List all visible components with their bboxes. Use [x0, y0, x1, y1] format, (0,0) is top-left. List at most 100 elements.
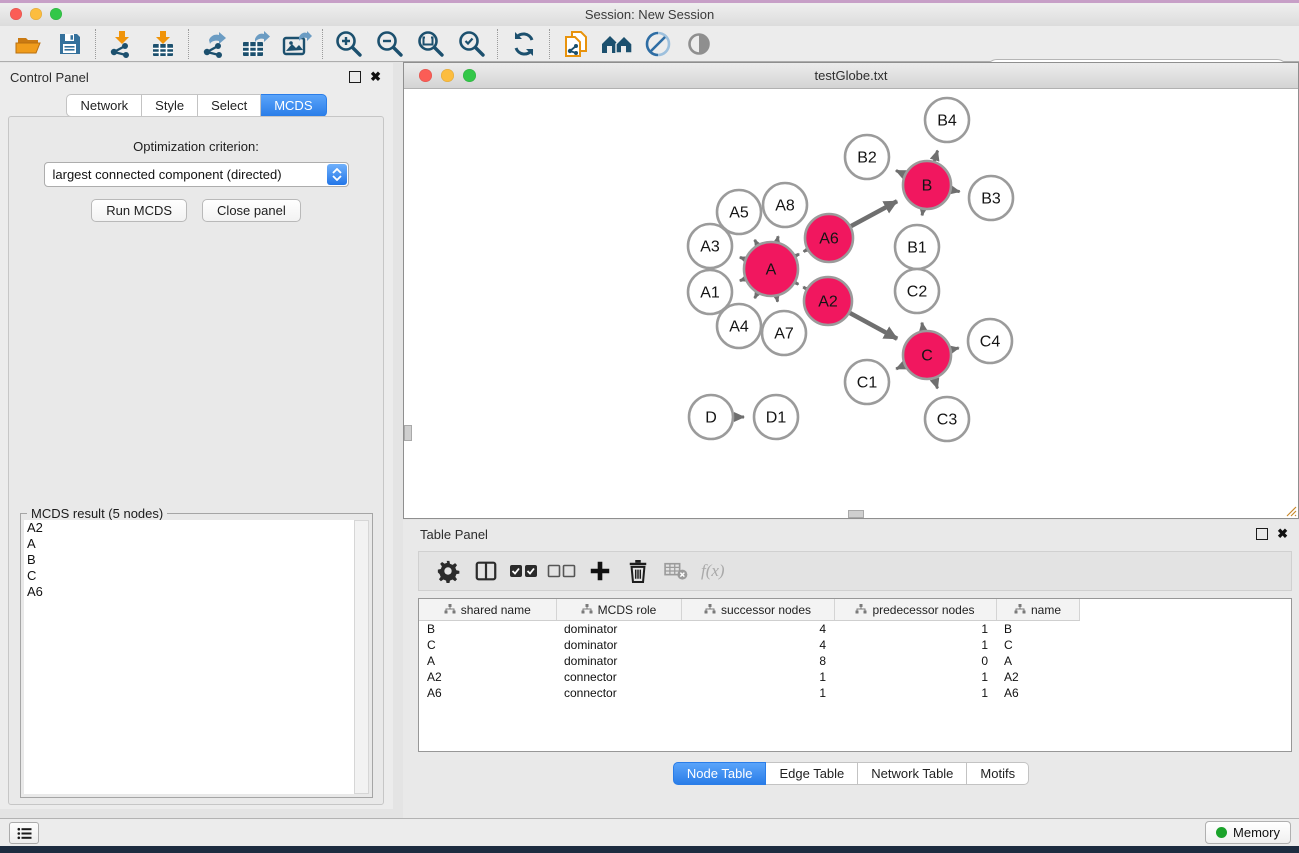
edge-A-A8[interactable]	[777, 236, 778, 241]
show-all-icon[interactable]	[678, 28, 719, 60]
delete-columns-icon[interactable]	[621, 556, 655, 586]
cell-name[interactable]: A2	[996, 669, 1079, 685]
cell-successor-nodes[interactable]: 1	[681, 669, 834, 685]
edge-A-A1[interactable]	[740, 279, 745, 281]
table-row[interactable]: A2connector11A2	[419, 669, 1291, 685]
edge-C-C2[interactable]	[922, 323, 923, 331]
edge-C-C4[interactable]	[951, 348, 958, 350]
column-header-name[interactable]: name	[996, 599, 1079, 621]
table-row[interactable]: A6connector11A6	[419, 685, 1291, 701]
export-table-icon[interactable]	[235, 28, 276, 60]
result-scrollbar[interactable]	[354, 520, 369, 794]
export-image-icon[interactable]	[276, 28, 317, 60]
column-header-successor-nodes[interactable]: successor nodes	[681, 599, 834, 621]
edge-C-C3[interactable]	[934, 379, 937, 389]
column-header-MCDS-role[interactable]: MCDS role	[556, 599, 681, 621]
network-canvas[interactable]: B4B2BB3A5A8A6A3B1AA1C2A2A4A7CC4C1C3DD1	[404, 89, 1298, 518]
edge-B-B1[interactable]	[922, 210, 923, 216]
cell-MCDS-role[interactable]: dominator	[556, 621, 681, 638]
delete-table-icon[interactable]	[659, 556, 693, 586]
tab-edge-table[interactable]: Edge Table	[766, 762, 858, 785]
edge-B-B3[interactable]	[951, 190, 959, 192]
criterion-dropdown[interactable]: largest connected component (directed)	[44, 162, 349, 187]
save-session-icon[interactable]	[49, 28, 90, 60]
column-header-predecessor-nodes[interactable]: predecessor nodes	[834, 599, 996, 621]
column-header-shared-name[interactable]: shared name	[419, 599, 556, 621]
new-network-from-selection-icon[interactable]	[555, 28, 596, 60]
cell-predecessor-nodes[interactable]: 1	[834, 621, 996, 638]
cell-shared-name[interactable]: A	[419, 653, 556, 669]
tab-network[interactable]: Network	[66, 94, 142, 117]
tab-style[interactable]: Style	[142, 94, 198, 117]
cell-predecessor-nodes[interactable]: 0	[834, 653, 996, 669]
zoom-in-icon[interactable]	[328, 28, 369, 60]
tab-motifs[interactable]: Motifs	[967, 762, 1029, 785]
zoom-fit-icon[interactable]	[410, 28, 451, 60]
tab-select[interactable]: Select	[198, 94, 261, 117]
select-all-icon[interactable]	[507, 556, 541, 586]
cell-MCDS-role[interactable]: connector	[556, 669, 681, 685]
cell-MCDS-role[interactable]: dominator	[556, 637, 681, 653]
refresh-layout-icon[interactable]	[503, 28, 544, 60]
cell-name[interactable]: C	[996, 637, 1079, 653]
close-table-panel-icon[interactable]: ✖	[1277, 526, 1288, 542]
result-item-a2[interactable]: A2	[24, 520, 355, 536]
float-panel-icon[interactable]	[349, 71, 361, 83]
cell-successor-nodes[interactable]: 1	[681, 685, 834, 701]
zoom-selected-icon[interactable]	[451, 28, 492, 60]
table-row[interactable]: Bdominator41B	[419, 621, 1291, 638]
edge-C-C1[interactable]	[896, 365, 904, 369]
table-panel-layout-icon[interactable]	[469, 556, 503, 586]
edge-A6-B[interactable]	[851, 201, 897, 226]
result-item-a[interactable]: A	[24, 536, 355, 552]
edge-A6-A[interactable]	[804, 250, 807, 252]
task-history-button[interactable]	[9, 822, 39, 844]
result-item-a6[interactable]: A6	[24, 584, 355, 600]
edge-A-A7[interactable]	[777, 296, 778, 301]
zoom-out-icon[interactable]	[369, 28, 410, 60]
cell-successor-nodes[interactable]: 4	[681, 621, 834, 638]
cell-MCDS-role[interactable]: dominator	[556, 653, 681, 669]
import-table-icon[interactable]	[142, 28, 183, 60]
float-table-panel-icon[interactable]	[1256, 528, 1268, 540]
hide-selected-icon[interactable]	[637, 28, 678, 60]
result-item-b[interactable]: B	[24, 552, 355, 568]
edge-A-A2[interactable]	[795, 283, 798, 285]
vertical-scrollbar-thumb[interactable]	[404, 425, 412, 441]
table-row[interactable]: Adominator80A	[419, 653, 1291, 669]
import-network-icon[interactable]	[101, 28, 142, 60]
cell-successor-nodes[interactable]: 8	[681, 653, 834, 669]
cell-name[interactable]: A	[996, 653, 1079, 669]
table-row[interactable]: Cdominator41C	[419, 637, 1291, 653]
edge-A-A5[interactable]	[755, 240, 758, 245]
cell-shared-name[interactable]: C	[419, 637, 556, 653]
cell-successor-nodes[interactable]: 4	[681, 637, 834, 653]
cell-predecessor-nodes[interactable]: 1	[834, 685, 996, 701]
edge-B-B4[interactable]	[934, 151, 937, 162]
cell-name[interactable]: A6	[996, 685, 1079, 701]
close-panel-button[interactable]: Close panel	[202, 199, 301, 222]
edge-A-A4[interactable]	[755, 293, 758, 298]
cell-shared-name[interactable]: B	[419, 621, 556, 638]
mcds-result-list[interactable]: A2ABCA6	[24, 520, 355, 794]
export-network-icon[interactable]	[194, 28, 235, 60]
close-panel-icon[interactable]: ✖	[370, 69, 381, 85]
edge-B-B2[interactable]	[896, 171, 904, 175]
cell-predecessor-nodes[interactable]: 1	[834, 669, 996, 685]
cell-shared-name[interactable]: A2	[419, 669, 556, 685]
edge-A-A6[interactable]	[796, 254, 799, 256]
tab-node-table[interactable]: Node Table	[673, 762, 767, 785]
cell-shared-name[interactable]: A6	[419, 685, 556, 701]
function-builder-icon[interactable]: f(x)	[701, 561, 725, 581]
cell-MCDS-role[interactable]: connector	[556, 685, 681, 701]
resize-grip[interactable]	[1283, 503, 1297, 517]
horizontal-scrollbar-thumb[interactable]	[848, 510, 864, 518]
network-window-titlebar[interactable]: testGlobe.txt	[404, 63, 1298, 89]
tab-network-table[interactable]: Network Table	[858, 762, 967, 785]
edge-A2-A[interactable]	[803, 287, 806, 289]
cell-predecessor-nodes[interactable]: 1	[834, 637, 996, 653]
edge-A-A3[interactable]	[740, 257, 745, 259]
tab-mcds[interactable]: MCDS	[261, 94, 326, 117]
memory-button[interactable]: Memory	[1205, 821, 1291, 844]
cell-name[interactable]: B	[996, 621, 1079, 638]
